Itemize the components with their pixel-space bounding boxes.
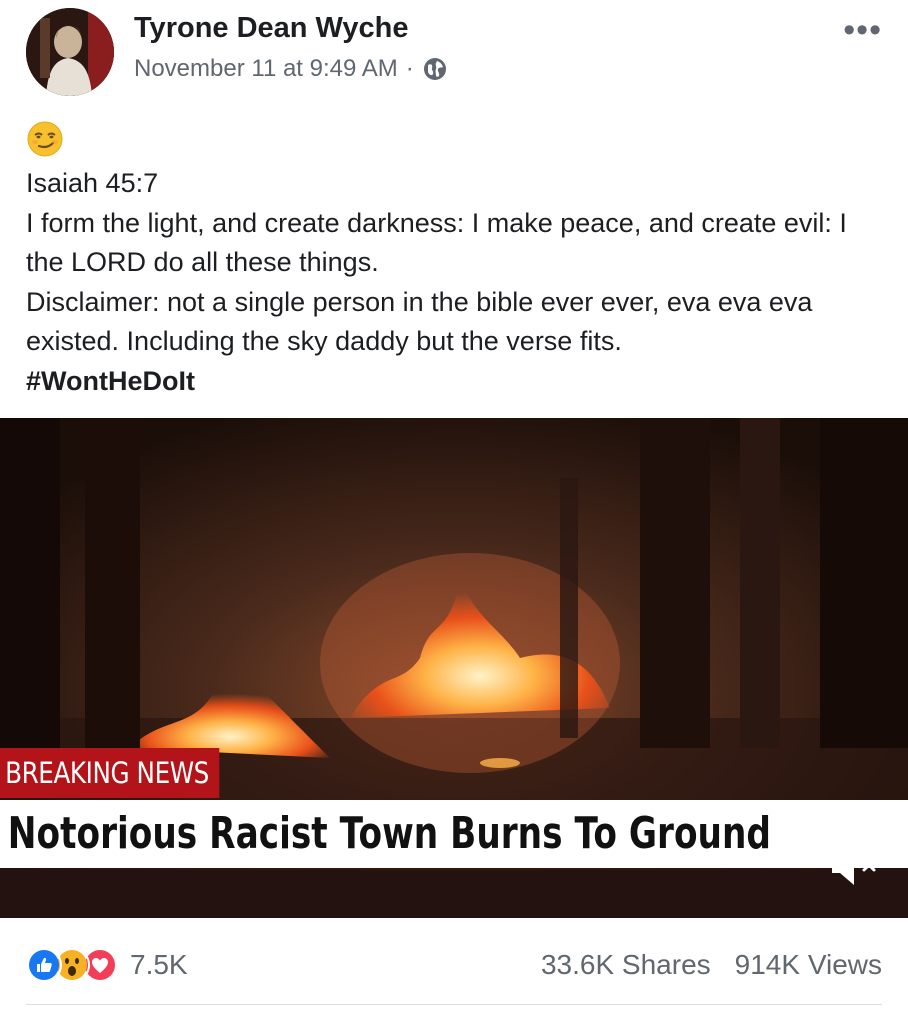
news-headline: Notorious Racist Town Burns To Ground — [0, 800, 908, 868]
video-player[interactable]: BREAKING NEWS Notorious Racist Town Burn… — [0, 418, 908, 918]
post-text: Isaiah 45:7 I form the light, and create… — [26, 120, 886, 401]
post-footer: 7.5K 33.6K Shares 914K Views — [26, 940, 882, 990]
meta-separator: · — [405, 55, 414, 82]
post-line-reference: Isaiah 45:7 — [26, 168, 159, 198]
smirking-face-emoji — [26, 120, 64, 158]
avatar-image — [26, 8, 114, 96]
post-timestamp[interactable]: November 11 at 9:49 AM — [134, 55, 398, 83]
post-line-disclaimer: Disclaimer: not a single person in the b… — [26, 286, 813, 357]
shares-count[interactable]: 33.6K Shares — [541, 949, 711, 981]
post-meta: November 11 at 9:49 AM · — [134, 55, 448, 83]
more-options-icon[interactable]: ••• — [843, 13, 882, 47]
news-headline-text: Notorious Racist Town Burns To Ground — [7, 808, 771, 859]
footer-divider — [26, 1004, 882, 1005]
globe-icon — [422, 56, 448, 82]
speaker-muted-icon[interactable] — [828, 841, 884, 889]
author-avatar[interactable] — [26, 8, 114, 96]
views-count[interactable]: 914K Views — [735, 949, 882, 981]
post-line-verse: I form the light, and create darkness: I… — [26, 207, 847, 278]
post-header: Tyrone Dean Wyche November 11 at 9:49 AM… — [0, 0, 908, 110]
like-icon — [26, 947, 62, 983]
reaction-count: 7.5K — [130, 949, 188, 980]
video-bottom-strip — [0, 870, 908, 918]
reactions-summary[interactable]: 7.5K — [26, 947, 188, 983]
post-hashtag[interactable]: #WontHeDoIt — [26, 362, 886, 402]
post-stats: 33.6K Shares 914K Views — [541, 949, 882, 981]
breaking-news-label: BREAKING NEWS — [0, 748, 220, 798]
author-name[interactable]: Tyrone Dean Wyche — [134, 12, 409, 45]
